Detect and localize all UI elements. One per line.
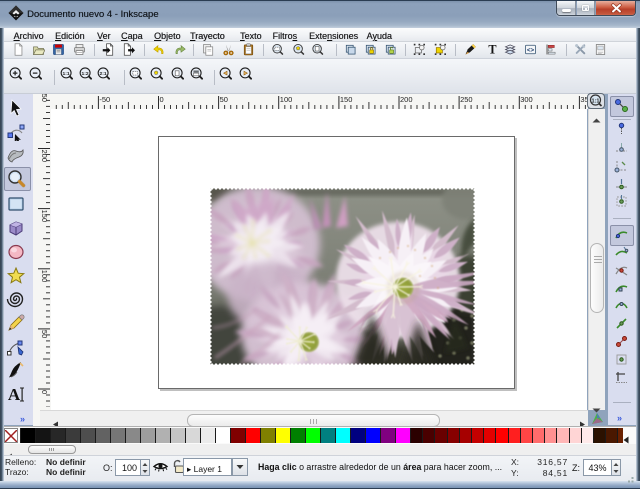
svg-text:50: 50 — [220, 95, 228, 104]
svg-text:100: 100 — [280, 95, 293, 104]
svg-text:1:2: 1:2 — [82, 71, 89, 77]
svg-text:<>: <> — [526, 47, 534, 54]
svg-text:250: 250 — [460, 95, 473, 104]
svg-text:-50: -50 — [99, 95, 110, 104]
svg-text:T: T — [488, 43, 496, 56]
svg-text:300: 300 — [520, 95, 533, 104]
svg-text:1:1: 1:1 — [592, 98, 600, 104]
svg-text:200: 200 — [400, 95, 413, 104]
svg-text:2:1: 2:1 — [100, 71, 107, 77]
svg-text:150: 150 — [340, 95, 353, 104]
svg-text:50: 50 — [40, 330, 49, 338]
svg-text:0: 0 — [160, 95, 164, 104]
svg-text:1:1: 1:1 — [63, 71, 70, 77]
svg-text:0: 0 — [40, 390, 49, 394]
svg-text:A: A — [8, 385, 21, 404]
